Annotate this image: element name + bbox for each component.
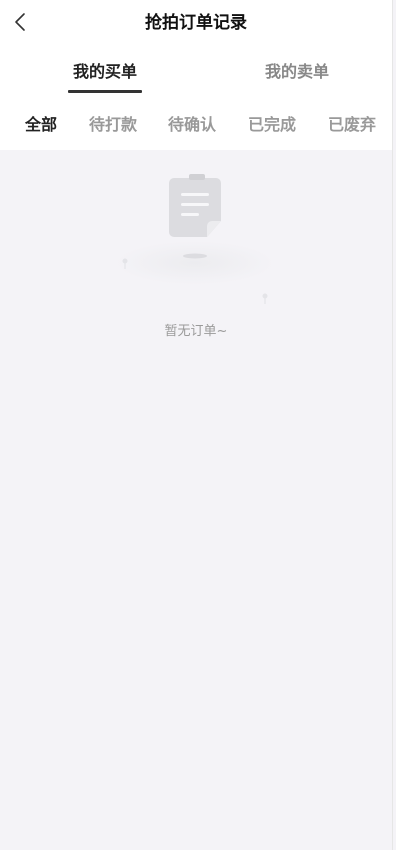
empty-state-illustration <box>112 168 282 308</box>
filter-tab-completed[interactable]: 已完成 <box>248 114 296 136</box>
header-area: 抢拍订单记录 我的买单 我的卖单 全部 待打款 待确认 已完成 已废弃 <box>0 0 392 150</box>
tab-my-sell-orders[interactable]: 我的卖单 <box>260 60 334 84</box>
filter-tab-pending-confirm[interactable]: 待确认 <box>168 114 216 136</box>
filter-tab-all[interactable]: 全部 <box>25 114 57 136</box>
tab-my-buy-orders[interactable]: 我的买单 <box>68 60 142 84</box>
order-records-page: 抢拍订单记录 我的买单 我的卖单 全部 待打款 待确认 已完成 已废弃 暂无订单… <box>0 0 393 850</box>
empty-document-icon <box>115 174 275 304</box>
active-tab-indicator <box>68 90 142 93</box>
page-title: 抢拍订单记录 <box>145 13 247 33</box>
filter-tab-abandoned[interactable]: 已废弃 <box>328 114 376 136</box>
filter-tab-pending-payment[interactable]: 待打款 <box>89 114 137 136</box>
empty-state-text: 暂无订单~ <box>164 324 228 339</box>
